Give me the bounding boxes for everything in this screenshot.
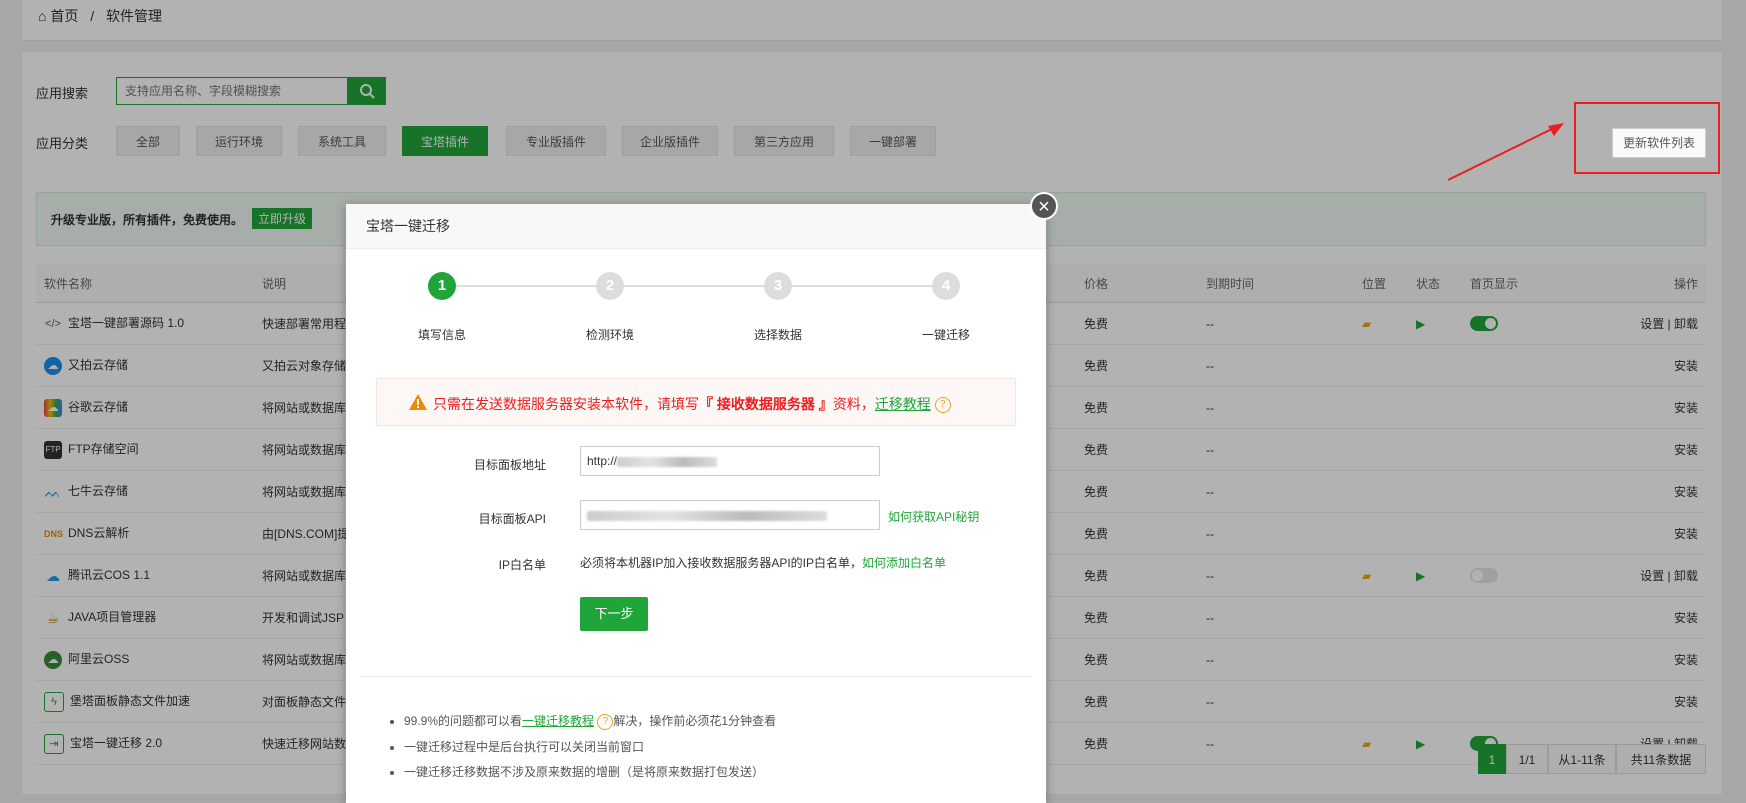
warning-icon xyxy=(409,394,427,410)
step-2-circle: 2 xyxy=(596,272,624,300)
target-url-label: 目标面板地址 xyxy=(473,458,546,472)
note-1-suffix: 解决，操作前必须花1分钟查看 xyxy=(613,714,777,728)
step-1-circle: 1 xyxy=(428,272,456,300)
next-step-button[interactable]: 下一步 xyxy=(580,597,648,631)
help-icon[interactable]: ? xyxy=(934,397,951,414)
step-4-label: 一键迁移 xyxy=(921,328,970,342)
list-item: 一键迁移过程中是后台执行可以关闭当前窗口 xyxy=(404,738,776,755)
refresh-software-list-button-highlighted[interactable]: 更新软件列表 xyxy=(1612,128,1706,158)
redacted-api-key xyxy=(587,510,827,521)
ip-whitelist-label: IP白名单 xyxy=(498,558,546,572)
warning-text-bold: 『 接收数据服务器 』 xyxy=(699,396,833,412)
ip-whitelist-text: 必须将本机器IP加入接收数据服务器API的IP白名单， xyxy=(580,556,863,570)
notes-list: 99.9%的问题都可以看一键迁移教程 ?解决，操作前必须花1分钟查看 一键迁移过… xyxy=(386,712,776,788)
target-api-input[interactable] xyxy=(580,500,880,530)
step-2-label: 检测环境 xyxy=(585,328,634,342)
list-item: 一键迁移迁移数据不涉及原来数据的增删（是将原来数据打包发送） xyxy=(404,763,776,780)
warning-text-prefix: 只需在发送数据服务器安装本软件，请填写 xyxy=(433,396,699,412)
target-url-value: http:// xyxy=(587,454,618,468)
migration-modal: 宝塔一键迁移 1 2 3 4 填写信息 检测环境 选择数据 一键迁移 只需在发送… xyxy=(346,204,1046,803)
help-icon[interactable]: ? xyxy=(597,713,614,730)
target-api-label: 目标面板API xyxy=(478,512,546,526)
step-1-label: 填写信息 xyxy=(417,328,466,342)
target-url-input[interactable]: http:// xyxy=(580,446,880,476)
get-api-key-link[interactable]: 如何获取API秘钥 xyxy=(888,508,979,525)
modal-title: 宝塔一键迁移 xyxy=(346,204,1046,249)
modal-divider xyxy=(360,676,1032,677)
step-progress-line xyxy=(442,285,948,287)
one-click-migration-tutorial-link[interactable]: 一键迁移教程 xyxy=(522,714,594,728)
add-whitelist-link[interactable]: 如何添加白名单 xyxy=(862,556,946,570)
step-4-circle: 4 xyxy=(932,272,960,300)
redacted-url xyxy=(617,456,718,467)
annotation-arrow-icon xyxy=(1447,123,1564,181)
list-item: 99.9%的问题都可以看一键迁移教程 ?解决，操作前必须花1分钟查看 xyxy=(404,712,776,730)
note-1-prefix: 99.9%的问题都可以看 xyxy=(404,714,523,728)
warning-text-suffix: 资料， xyxy=(832,396,875,412)
warning-notice: 只需在发送数据服务器安装本软件，请填写『 接收数据服务器 』资料，迁移教程 ? xyxy=(376,378,1016,426)
step-3-label: 选择数据 xyxy=(753,328,802,342)
close-icon[interactable]: × xyxy=(1030,192,1058,220)
migration-tutorial-link[interactable]: 迁移教程 xyxy=(875,396,931,412)
ip-whitelist-note: 必须将本机器IP加入接收数据服务器API的IP白名单，如何添加白名单 xyxy=(580,554,946,571)
step-3-circle: 3 xyxy=(764,272,792,300)
